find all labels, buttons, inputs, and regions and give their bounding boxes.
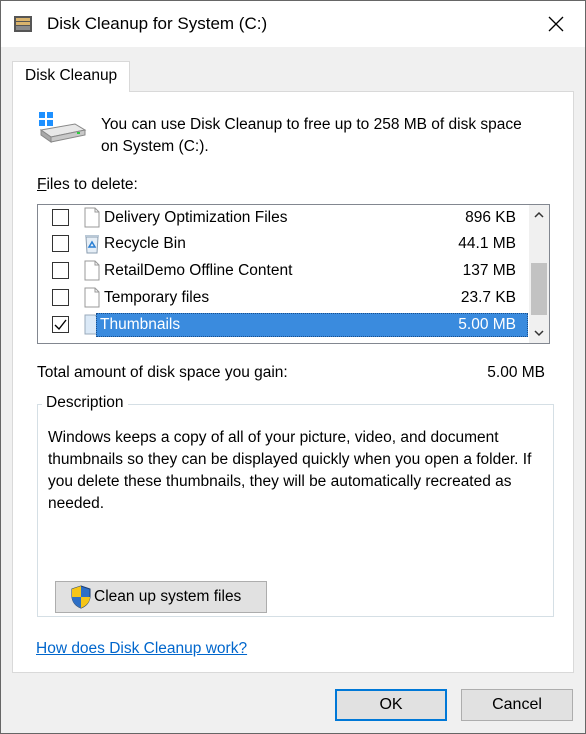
file-size: 44.1 MB: [458, 235, 516, 252]
list-scrollbar[interactable]: [529, 205, 549, 343]
file-icon: [84, 260, 100, 281]
list-item[interactable]: Temporary files 23.7 KB: [38, 285, 528, 311]
files-list[interactable]: Delivery Optimization Files 896 KB Recyc…: [37, 204, 550, 344]
list-item-selected[interactable]: Thumbnails 5.00 MB: [38, 312, 528, 338]
close-button[interactable]: [533, 5, 579, 43]
file-name: Temporary files: [104, 289, 210, 306]
checkbox-recycle-bin[interactable]: [52, 235, 69, 252]
chevron-up-icon: [534, 211, 544, 218]
files-to-delete-label: Files to delete:: [37, 176, 138, 194]
list-item[interactable]: Recycle Bin 44.1 MB: [38, 231, 528, 257]
scroll-down-button[interactable]: [529, 323, 549, 343]
checkbox-delivery-optimization[interactable]: [52, 209, 69, 226]
disk-cleanup-dialog: Disk Cleanup for System (C:) Disk Cleanu…: [0, 0, 586, 734]
list-item[interactable]: Delivery Optimization Files 896 KB: [38, 205, 528, 231]
list-item[interactable]: RetailDemo Offline Content 137 MB: [38, 258, 528, 284]
file-icon: [84, 287, 100, 308]
clean-up-system-files-button[interactable]: Clean up system files: [55, 581, 267, 613]
file-name: RetailDemo Offline Content: [104, 262, 293, 279]
file-size: 896 KB: [465, 209, 516, 226]
file-name: Delivery Optimization Files: [104, 209, 288, 226]
check-mark-icon: [54, 319, 67, 331]
chevron-down-icon: [534, 330, 544, 337]
file-size: 23.7 KB: [460, 289, 516, 306]
help-link[interactable]: How does Disk Cleanup work?: [36, 640, 247, 658]
cancel-button[interactable]: Cancel: [461, 689, 573, 721]
ok-button[interactable]: OK: [335, 689, 447, 721]
checkbox-temporary-files[interactable]: [52, 289, 69, 306]
drive-icon: [39, 112, 87, 143]
title-bar: Disk Cleanup for System (C:): [1, 1, 585, 47]
total-gain-label: Total amount of disk space you gain:: [37, 364, 288, 381]
tab-strip: Disk Cleanup: [12, 61, 574, 92]
uac-shield-icon: [71, 585, 91, 609]
total-gain-value: 5.00 MB: [487, 364, 545, 381]
scroll-thumb[interactable]: [531, 263, 547, 315]
checkbox-retaildemo[interactable]: [52, 262, 69, 279]
intro-text: You can use Disk Cleanup to free up to 2…: [101, 116, 522, 155]
file-name: Thumbnails: [100, 316, 181, 333]
clean-up-system-files-label: Clean up system files: [94, 588, 242, 605]
file-icon: [84, 207, 100, 228]
files-label-rest: iles to delete:: [46, 176, 138, 193]
recycle-bin-icon: [85, 235, 99, 254]
file-size: 5.00 MB: [458, 316, 516, 333]
close-icon: [548, 16, 564, 32]
description-text: Windows keeps a copy of all of your pict…: [48, 429, 532, 512]
file-name: Recycle Bin: [104, 235, 186, 252]
description-group: Description Windows keeps a copy of all …: [37, 394, 554, 617]
file-size: 137 MB: [462, 262, 516, 279]
tab-disk-cleanup[interactable]: Disk Cleanup: [12, 61, 131, 92]
tab-panel: You can use Disk Cleanup to free up to 2…: [12, 91, 574, 673]
description-legend: Description: [42, 394, 128, 412]
disk-cleanup-icon: [14, 16, 32, 32]
window-title: Disk Cleanup for System (C:): [47, 14, 268, 33]
checkbox-thumbnails[interactable]: [52, 316, 69, 333]
scroll-up-button[interactable]: [529, 205, 549, 225]
